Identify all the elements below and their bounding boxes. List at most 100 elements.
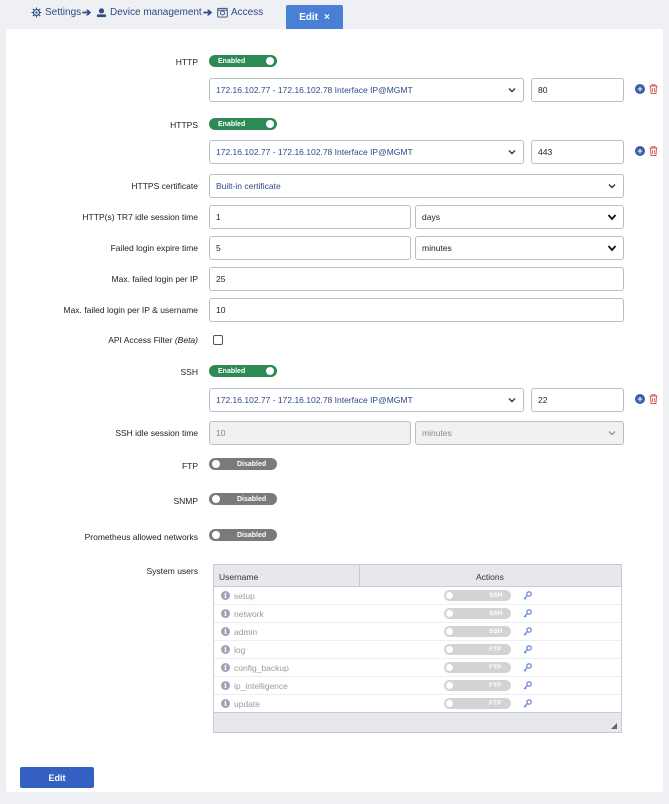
add-http-interface-icon[interactable]: + xyxy=(635,84,645,94)
service-toggle[interactable]: SSH xyxy=(444,626,511,637)
ssh-port-value: 22 xyxy=(538,395,548,405)
idle-session-input[interactable]: 1 xyxy=(209,205,411,229)
http-interface-select[interactable]: 172.16.102.77 - 172.16.102.78 Interface … xyxy=(209,78,524,102)
https-toggle[interactable]: Enabled xyxy=(209,118,277,130)
failed-login-expire-input[interactable]: 5 xyxy=(209,236,411,260)
column-username[interactable]: Username xyxy=(219,572,258,582)
failed-login-expire-value: 5 xyxy=(216,243,221,253)
service-toggle[interactable]: SSH xyxy=(444,608,511,619)
column-actions[interactable]: Actions xyxy=(476,572,504,582)
https-certificate-label: HTTPS certificate xyxy=(131,181,198,191)
info-icon[interactable]: i xyxy=(221,681,230,690)
https-label: HTTPS xyxy=(170,120,198,130)
prometheus-toggle[interactable]: Disabled xyxy=(209,529,277,541)
key-icon[interactable] xyxy=(523,645,532,654)
api-filter-checkbox[interactable] xyxy=(213,335,223,345)
failed-login-expire-label: Failed login expire time xyxy=(110,243,198,253)
username-cell: ip_intelligence xyxy=(234,681,288,691)
http-toggle[interactable]: Enabled xyxy=(209,55,277,67)
breadcrumb-device-management-label: Device management xyxy=(110,7,202,18)
trash-icon[interactable] xyxy=(649,84,658,94)
tab-edit-label: Edit xyxy=(299,11,319,23)
https-certificate-select[interactable]: Built-in certificate xyxy=(209,174,624,198)
toggle-knob xyxy=(266,120,274,128)
ssh-idle-unit-value: minutes xyxy=(422,428,452,438)
resize-grip-icon[interactable] xyxy=(611,723,617,729)
add-https-interface-icon[interactable]: + xyxy=(635,146,645,156)
info-icon[interactable]: i xyxy=(221,627,230,636)
service-toggle[interactable]: FTP xyxy=(444,680,511,691)
ftp-toggle[interactable]: Disabled xyxy=(209,458,277,470)
ftp-toggle-label: Disabled xyxy=(237,460,267,468)
service-toggle-label: FTP xyxy=(489,646,502,653)
prometheus-toggle-label: Disabled xyxy=(237,531,267,539)
toggle-knob xyxy=(212,460,220,468)
snmp-toggle[interactable]: Disabled xyxy=(209,493,277,505)
chevron-down-icon xyxy=(508,398,516,403)
failed-login-expire-unit-select[interactable]: minutes xyxy=(415,236,624,260)
failed-login-expire-unit-value: minutes xyxy=(422,243,452,253)
idle-session-unit-value: days xyxy=(422,212,440,222)
toggle-knob xyxy=(446,610,453,617)
close-icon[interactable]: × xyxy=(324,12,330,23)
http-port-input[interactable]: 80 xyxy=(531,78,624,102)
trash-icon[interactable] xyxy=(649,146,658,156)
ssh-interface-select[interactable]: 172.16.102.77 - 172.16.102.78 Interface … xyxy=(209,388,524,412)
ssh-port-input[interactable]: 22 xyxy=(531,388,624,412)
key-icon[interactable] xyxy=(523,627,532,636)
table-row: i config_backup FTP xyxy=(214,659,621,677)
breadcrumb: Settings ➔ Device management ➔ Access Ed… xyxy=(0,0,669,30)
ftp-label: FTP xyxy=(181,461,198,471)
info-icon[interactable]: i xyxy=(221,699,230,708)
breadcrumb-settings[interactable]: Settings xyxy=(31,7,81,18)
key-icon[interactable] xyxy=(523,681,532,690)
column-divider[interactable] xyxy=(359,565,360,587)
max-failed-ip-input[interactable]: 25 xyxy=(209,267,624,291)
key-icon[interactable] xyxy=(523,591,532,600)
key-icon[interactable] xyxy=(523,663,532,672)
toggle-knob xyxy=(446,700,453,707)
grid-header: Username Actions xyxy=(214,565,621,587)
trash-icon[interactable] xyxy=(649,394,658,404)
table-row: i log FTP xyxy=(214,641,621,659)
info-icon[interactable]: i xyxy=(221,663,230,672)
chevron-down-icon xyxy=(508,88,516,93)
key-icon[interactable] xyxy=(523,699,532,708)
breadcrumb-device-management[interactable]: Device management xyxy=(96,7,202,18)
service-toggle-label: SSH xyxy=(489,628,503,635)
username-cell: setup xyxy=(234,591,255,601)
ssh-idle-unit-select[interactable]: minutes xyxy=(415,421,624,445)
idle-session-unit-select[interactable]: days xyxy=(415,205,624,229)
max-failed-ip-user-label: Max. failed login per IP & username xyxy=(63,305,199,315)
https-interface-select[interactable]: 172.16.102.77 - 172.16.102.78 Interface … xyxy=(209,140,524,164)
gear-icon xyxy=(31,7,42,18)
service-toggle-label: FTP xyxy=(489,682,502,689)
breadcrumb-access[interactable]: Access xyxy=(217,7,263,18)
username-cell: admin xyxy=(234,627,258,637)
table-row: i network SSH xyxy=(214,605,621,623)
toggle-knob xyxy=(446,664,453,671)
key-icon[interactable] xyxy=(523,609,532,618)
user-device-icon xyxy=(96,8,107,18)
ssh-interface-value: 172.16.102.77 - 172.16.102.78 Interface … xyxy=(216,395,413,405)
info-icon[interactable]: i xyxy=(221,591,230,600)
add-ssh-interface-icon[interactable]: + xyxy=(635,394,645,404)
snmp-toggle-label: Disabled xyxy=(237,495,267,503)
ssh-toggle[interactable]: Enabled xyxy=(209,365,277,377)
service-toggle[interactable]: SSH xyxy=(444,590,511,601)
tab-edit[interactable]: Edit × xyxy=(286,5,343,29)
info-icon[interactable]: i xyxy=(221,609,230,618)
max-failed-ip-user-input[interactable]: 10 xyxy=(209,298,624,322)
toggle-knob xyxy=(446,592,453,599)
service-toggle[interactable]: FTP xyxy=(444,698,511,709)
https-port-value: 443 xyxy=(538,147,553,157)
info-icon[interactable]: i xyxy=(221,645,230,654)
ssh-idle-input[interactable]: 10 xyxy=(209,421,411,445)
https-certificate-value: Built-in certificate xyxy=(216,181,281,191)
https-port-input[interactable]: 443 xyxy=(531,140,624,164)
service-toggle[interactable]: FTP xyxy=(444,644,511,655)
edit-button[interactable]: Edit xyxy=(20,767,94,788)
service-toggle[interactable]: FTP xyxy=(444,662,511,673)
system-users-grid: Username Actions i setup SSH i network SSH i ad… xyxy=(213,564,622,733)
table-row: i setup SSH xyxy=(214,587,621,605)
